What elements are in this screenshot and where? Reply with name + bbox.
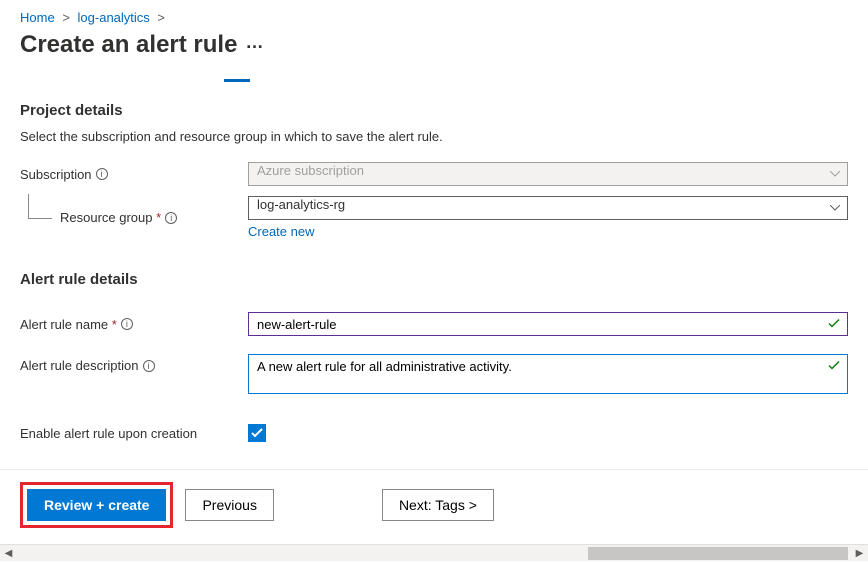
subscription-label: Subscription i	[20, 167, 248, 182]
info-icon[interactable]: i	[121, 318, 133, 330]
page-title: Create an alert rule…	[20, 31, 848, 59]
scroll-left-icon[interactable]: ◀	[0, 545, 17, 562]
alert-desc-label: Alert rule description i	[20, 354, 248, 373]
wizard-footer: Review + create Previous Next: Tags >	[0, 469, 868, 544]
horizontal-scrollbar[interactable]: ◀ ▶	[0, 544, 868, 561]
alert-name-input[interactable]	[248, 312, 848, 336]
project-details-subtext: Select the subscription and resource gro…	[20, 129, 848, 144]
info-icon[interactable]: i	[143, 360, 155, 372]
alert-name-label: Alert rule name * i	[20, 317, 248, 332]
alert-details-heading: Alert rule details	[20, 271, 848, 288]
resource-group-label: Resource group * i	[20, 210, 248, 225]
info-icon[interactable]: i	[96, 168, 108, 180]
scroll-right-icon[interactable]: ▶	[851, 545, 868, 562]
resource-group-select[interactable]: log-analytics-rg	[248, 196, 848, 220]
more-icon[interactable]: …	[237, 32, 263, 52]
review-create-button[interactable]: Review + create	[27, 489, 166, 521]
scroll-thumb[interactable]	[588, 547, 848, 560]
breadcrumb-home[interactable]: Home	[20, 10, 55, 25]
enable-checkbox[interactable]	[248, 424, 266, 442]
next-button[interactable]: Next: Tags >	[382, 489, 494, 521]
previous-button[interactable]: Previous	[185, 489, 273, 521]
subscription-select: Azure subscription	[248, 162, 848, 186]
breadcrumb: Home > log-analytics >	[0, 10, 868, 25]
breadcrumb-parent[interactable]: log-analytics	[78, 10, 150, 25]
project-details-heading: Project details	[20, 102, 848, 119]
chevron-right-icon: >	[153, 10, 169, 25]
enable-label: Enable alert rule upon creation	[20, 426, 248, 441]
info-icon[interactable]: i	[165, 212, 177, 224]
highlight-annotation: Review + create	[20, 482, 173, 528]
alert-desc-input[interactable]	[248, 354, 848, 394]
chevron-right-icon: >	[58, 10, 74, 25]
create-new-link[interactable]: Create new	[248, 224, 314, 239]
